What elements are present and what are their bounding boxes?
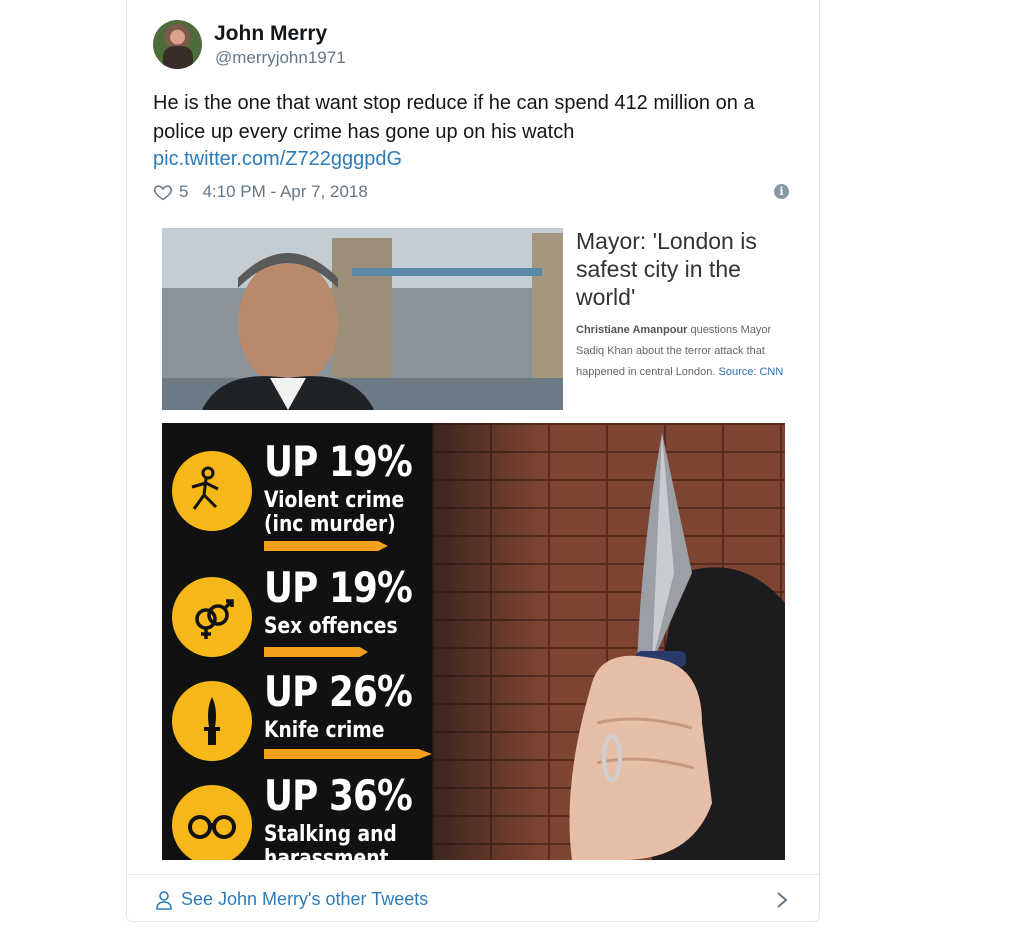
see-other-tweets-label: See John Merry's other Tweets <box>181 889 429 909</box>
like-count[interactable]: 5 <box>179 182 188 202</box>
knife-hand-photo <box>569 433 785 860</box>
stat-value: UP 26% <box>264 667 413 716</box>
stat-arrow <box>264 541 388 551</box>
stat-label: Sex offences <box>264 614 398 639</box>
heart-icon[interactable] <box>153 182 173 202</box>
gender-symbols-icon <box>172 577 252 657</box>
stat-arrow <box>264 647 368 657</box>
binoculars-icon <box>172 785 252 860</box>
tweet-text: He is the one that want stop reduce if h… <box>153 92 755 143</box>
tweet-media-image[interactable]: Mayor: 'London is safest city in the wor… <box>160 225 796 865</box>
stat-stalking: UP 36% Stalking and harassment <box>172 771 472 860</box>
news-caption: Christiane Amanpour questions Mayor Sadi… <box>576 320 786 383</box>
stat-label: Knife crime <box>264 718 385 743</box>
news-photo <box>162 228 563 410</box>
author-avatar[interactable] <box>153 20 202 69</box>
tweet-footer: See John Merry's other Tweets <box>127 874 819 922</box>
body-outline-icon <box>172 451 252 531</box>
stat-label: Violent crime (inc murder) <box>264 488 405 537</box>
stat-value: UP 19% <box>264 437 413 486</box>
tweet-timestamp[interactable]: 4:10 PM - Apr 7, 2018 <box>202 182 367 202</box>
see-other-tweets-link[interactable]: See John Merry's other Tweets <box>155 889 428 910</box>
caption-name: Christiane Amanpour <box>576 324 688 336</box>
caption-source: Source: CNN <box>718 366 784 378</box>
tweet-media-link[interactable]: pic.twitter.com/Z722gggpdG <box>153 148 402 171</box>
stat-violent-crime: UP 19% Violent crime (inc murder) <box>172 437 472 551</box>
stat-arrow <box>264 749 432 759</box>
tweet-meta-row: 5 4:10 PM - Apr 7, 2018 <box>153 180 368 204</box>
chevron-right-icon[interactable] <box>775 890 789 910</box>
news-headline: Mayor: 'London is safest city in the wor… <box>576 228 757 310</box>
crime-infographic: UP 19% Violent crime (inc murder) UP 19% … <box>162 423 785 860</box>
knife-icon <box>172 681 252 761</box>
info-icon[interactable]: i <box>774 184 789 199</box>
stat-label: Stalking and harassment <box>264 822 397 861</box>
person-icon <box>156 890 172 910</box>
stat-value: UP 19% <box>264 563 413 612</box>
stat-knife-crime: UP 26% Knife crime <box>172 667 472 777</box>
author-name[interactable]: John Merry <box>214 22 327 46</box>
stat-sex-offences: UP 19% Sex offences <box>172 563 472 673</box>
stat-value: UP 36% <box>264 771 413 820</box>
author-handle[interactable]: @merryjohn1971 <box>215 48 346 68</box>
